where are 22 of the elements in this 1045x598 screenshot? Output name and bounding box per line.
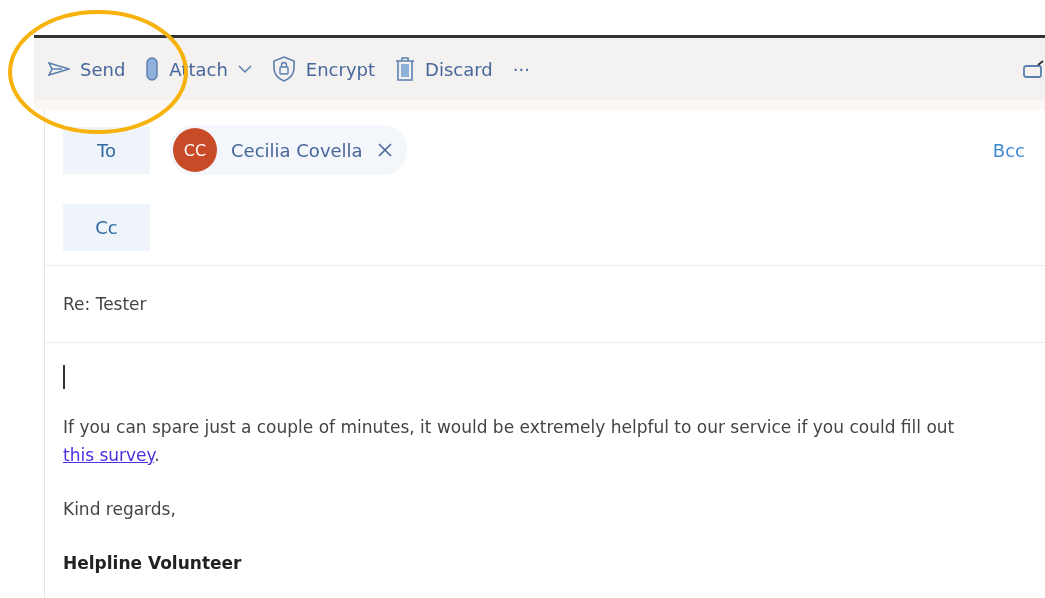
- send-icon: [48, 62, 70, 76]
- chevron-icon: [237, 64, 252, 74]
- encrypt-button[interactable]: Encrypt: [263, 52, 383, 86]
- survey-link[interactable]: this survey: [63, 445, 155, 465]
- body-paragraph: If you can spare just a couple of minutes, it would be extremely helpful to our service if you could fill out this survey.: [63, 416, 956, 467]
- discard-button[interactable]: Discard: [387, 52, 501, 86]
- text-cursor: [63, 365, 65, 389]
- trash-icon: [395, 56, 415, 82]
- avatar: CC: [173, 128, 217, 172]
- cc-button[interactable]: Cc: [63, 204, 150, 251]
- more-button[interactable]: ···: [504, 54, 538, 84]
- recipient-chip[interactable]: CC Cecilia Covella: [170, 125, 407, 175]
- signature-text: Helpline Volunteer: [63, 552, 243, 575]
- closing-text: Kind regards,: [63, 498, 177, 521]
- send-button[interactable]: Send: [40, 54, 134, 84]
- to-button[interactable]: To: [63, 126, 150, 174]
- shield-icon: [271, 56, 296, 82]
- subject-field[interactable]: Re: Tester: [63, 294, 147, 314]
- paperclip-icon: [145, 57, 160, 81]
- close-icon[interactable]: [376, 142, 393, 158]
- pop-out-icon[interactable]: [1023, 60, 1045, 78]
- bcc-button[interactable]: Bcc: [986, 138, 1031, 162]
